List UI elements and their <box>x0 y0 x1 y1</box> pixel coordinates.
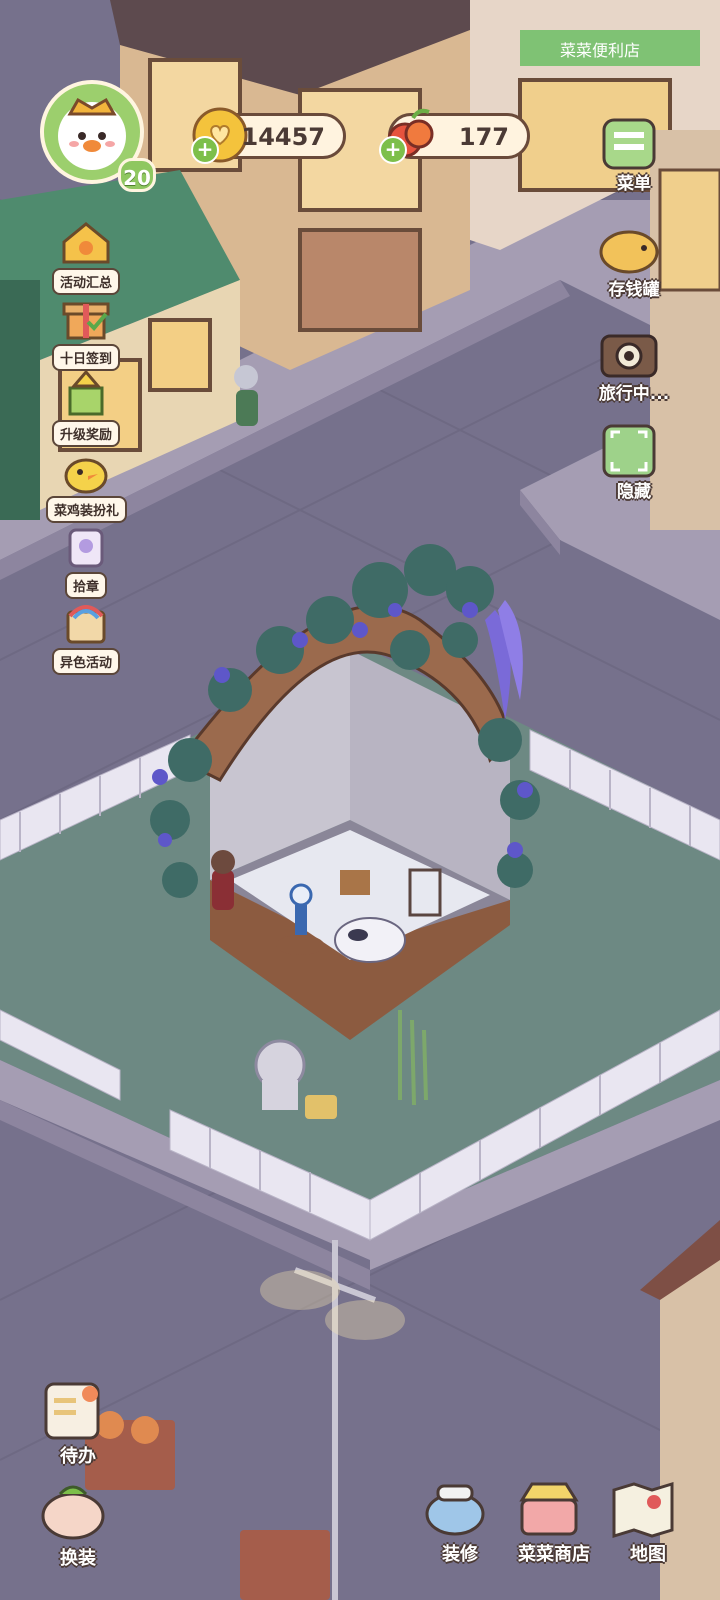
variant-event-button[interactable]: 异色活动 <box>46 596 126 675</box>
hide-ui-button[interactable]: 隐藏 <box>594 420 674 502</box>
hide-ui-label: 隐藏 <box>617 482 651 502</box>
chick-costume-icon <box>64 458 108 494</box>
stamp-bag-icon <box>68 528 104 568</box>
event-summary-label: 活动汇总 <box>51 268 120 295</box>
level-badge: 20 <box>118 158 156 192</box>
decorate-label: 装修 <box>442 1544 478 1565</box>
gift-box-icon <box>62 302 110 340</box>
food-counter[interactable]: + 177 <box>379 108 530 164</box>
rainbow-book-icon <box>66 605 106 644</box>
add-coins-button[interactable]: + <box>191 136 219 164</box>
todo-board-icon <box>44 1382 100 1440</box>
menu-board-icon <box>602 118 656 170</box>
coin-counter[interactable]: + 14457 <box>191 107 346 164</box>
shop-label: 菜菜商店 <box>518 1544 590 1565</box>
map-button[interactable]: 地图 <box>606 1476 690 1565</box>
chick-costume-label: 菜鸡装扮礼 <box>46 496 128 523</box>
stamp-label: 拾章 <box>64 572 107 599</box>
level-reward-button[interactable]: 升级奖励 <box>46 368 126 447</box>
event-summary-button[interactable]: 活动汇总 <box>46 216 126 295</box>
map-label: 地图 <box>630 1544 666 1565</box>
stamp-button[interactable]: 拾章 <box>46 520 126 599</box>
travel-label: 旅行中... <box>598 384 670 404</box>
variant-event-label: 异色活动 <box>51 648 120 675</box>
menu-label: 菜单 <box>617 174 651 194</box>
hide-frame-icon <box>602 424 656 478</box>
coin-amount: 14457 <box>241 123 326 151</box>
outfit-button[interactable]: 换装 <box>36 1480 120 1569</box>
piggy-bank-icon <box>599 230 659 274</box>
player-avatar[interactable]: 20 <box>40 80 156 192</box>
food-amount: 177 <box>458 123 509 151</box>
menu-button[interactable]: 菜单 <box>594 112 674 194</box>
map-icon <box>612 1481 674 1539</box>
store-sign-text: 菜菜便利店 <box>560 41 640 60</box>
house-star-icon <box>62 222 110 264</box>
travel-button[interactable]: 旅行中... <box>594 322 674 404</box>
decorate-button[interactable]: 装修 <box>418 1476 502 1565</box>
shop-icon <box>519 1482 579 1536</box>
camera-icon <box>600 334 658 378</box>
todo-button[interactable]: 待办 <box>36 1378 120 1467</box>
outfit-icon <box>41 1485 105 1540</box>
add-food-button[interactable]: + <box>379 136 407 164</box>
ten-day-signin-label: 十日签到 <box>51 344 120 371</box>
decorate-icon <box>425 1484 485 1536</box>
ten-day-signin-button[interactable]: 十日签到 <box>46 292 126 371</box>
piggy-bank-button[interactable]: 存钱罐 <box>594 218 674 300</box>
level-reward-label: 升级奖励 <box>51 420 120 447</box>
outfit-label: 换装 <box>60 1548 96 1569</box>
todo-label: 待办 <box>60 1446 96 1467</box>
level-up-icon <box>68 369 104 416</box>
piggy-bank-label: 存钱罐 <box>608 280 660 300</box>
shop-button[interactable]: 菜菜商店 <box>512 1476 596 1565</box>
chick-costume-button[interactable]: 菜鸡装扮礼 <box>46 444 128 523</box>
